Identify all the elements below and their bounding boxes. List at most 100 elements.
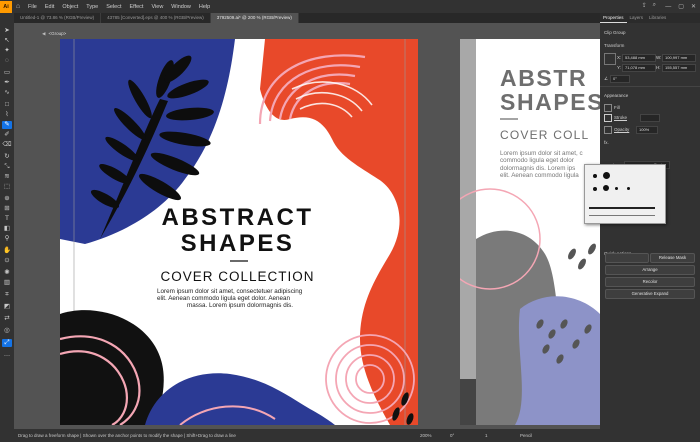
menu-effect[interactable]: Effect [126,4,148,10]
curvature-tool-icon[interactable]: ∿ [2,89,12,97]
warp-tool-icon[interactable]: ≋ [2,173,12,181]
release-mask-button[interactable]: Release Mask [650,253,695,263]
close-icon[interactable]: ✕ [691,3,696,10]
menu-edit[interactable]: Edit [41,4,58,10]
graph-tool-icon[interactable]: ▥ [2,279,12,287]
gradient-tool-icon[interactable]: ◧ [2,225,12,233]
paintbrush-tool-icon[interactable]: ⌇ [2,111,12,119]
rotation-angle[interactable]: 0° [450,433,454,438]
menu-help[interactable]: Help [195,4,214,10]
scale-tool-icon[interactable]: ⤡ [2,163,12,171]
app-logo: Ai [0,0,12,13]
magic-wand-tool-icon[interactable]: ✦ [2,47,12,55]
menu-view[interactable]: View [147,4,167,10]
zoom-level[interactable]: 200% [420,433,432,438]
tab-converted-eps[interactable]: 43785 [Converted].eps @ 400 % (RGB/Previ… [101,13,211,23]
selection-tool-icon[interactable]: ➤ [2,27,12,35]
opacity-field[interactable]: 100% [636,126,658,134]
rotate-tool-icon[interactable]: ↻ [2,153,12,161]
edit-toolbar-icon[interactable]: … [2,351,12,359]
home-icon[interactable]: ⌂ [12,3,24,10]
black-blob-bottom [60,310,164,425]
brush-swatch-5[interactable] [615,187,618,190]
angle-field[interactable]: 0° [610,75,630,83]
stroke-weight-field[interactable] [640,114,660,122]
body-line-1: Lorem ipsum dolor sit amet, consectetuer… [157,288,303,295]
menu-window[interactable]: Window [167,4,195,10]
arrange-button[interactable]: Arrange [605,265,695,275]
tab-libraries[interactable]: Libraries [646,13,669,23]
top-right-tools: ⇪ ⌕ [642,2,656,9]
tab-properties[interactable]: Properties [600,13,627,23]
brush-stroke-preview [589,215,655,216]
angle-icon: ∠ [604,76,609,81]
direct-selection-tool-icon[interactable]: ↖ [2,37,12,45]
right-title-line-1: ABSTR [500,65,588,91]
x-field[interactable]: 53,488 mm [622,54,656,62]
right-body-line-1: Lorem ipsum dolor sit amet, c [500,150,583,157]
brush-swatch-3[interactable] [593,187,597,191]
tab-active-document[interactable]: 3792509.ai* @ 200 % (RGB/Preview) [210,13,299,23]
type-tool-icon[interactable]: T [2,215,12,223]
maximize-icon[interactable]: ▢ [678,3,684,10]
symbol-sprayer-tool-icon[interactable]: ✺ [2,269,12,277]
isolation-breadcrumb[interactable]: ◀ <Group> [42,30,600,37]
slice-tool-icon[interactable]: ⌗ [2,291,12,299]
minimize-icon[interactable]: — [665,4,671,10]
w-field[interactable]: 100,997 mm [662,54,696,62]
right-subtitle: COVER COLL [500,128,590,142]
lasso-tool-icon[interactable]: ◌ [2,57,12,65]
brush-library-popup[interactable] [584,164,666,224]
recolor-button[interactable]: Recolor [605,277,695,287]
hand-tool-icon[interactable]: ✋ [2,247,12,255]
drawing-modes-icon[interactable]: ◎ [2,327,12,335]
brush-swatch-4[interactable] [603,185,609,191]
tab-untitled[interactable]: Untitled-1 @ 73.86 % (RGB/Preview) [14,13,102,23]
basic-brush-line[interactable] [589,207,655,209]
y-field[interactable]: 71,078 mm [622,64,656,72]
status-bar: Drag to draw a freeform shape | Shown ov… [0,429,700,442]
screen-mode-icon[interactable]: ⤢ [2,339,12,347]
artboard-left[interactable]: ABSTRACT SHAPES COVER COLLECTION Lorem i… [60,39,418,425]
brush-swatch-2[interactable] [603,172,610,179]
menu-type[interactable]: Type [82,4,102,10]
edit-contents-button[interactable] [605,253,649,263]
fill-label: Fill [614,105,620,110]
stroke-swatch[interactable] [604,114,612,122]
share-icon[interactable]: ⇪ [642,2,647,9]
brush-swatch-1[interactable] [593,174,597,178]
generative-expand-button[interactable]: Generative Expand [605,289,695,299]
h-field[interactable]: 155,557 mm [662,64,696,72]
pen-tool-icon[interactable]: ✒ [2,79,12,87]
perspective-grid-tool-icon[interactable]: ⊞ [2,205,12,213]
reference-point-icon[interactable] [604,53,616,65]
eraser-tool-icon[interactable]: ⌫ [2,141,12,149]
breadcrumb-label: <Group> [48,31,67,36]
search-icon[interactable]: ⌕ [653,2,656,9]
rectangle-tool-icon[interactable]: □ [2,101,12,109]
pencil-tool-icon[interactable]: ✎ [2,121,12,129]
brush-swatch-6[interactable] [627,187,630,190]
free-transform-tool-icon[interactable]: ⬚ [2,183,12,191]
menu-file[interactable]: File [24,4,41,10]
fill-stroke-swatch-icon[interactable]: ◩ [2,303,12,311]
right-body-line-2: commodo ligula eget dolor [500,157,574,165]
fx-button[interactable]: fx. [604,140,609,145]
stroke-label[interactable]: Stroke [614,115,627,120]
zoom-tool-icon[interactable]: ⊙ [2,257,12,265]
menu-object[interactable]: Object [58,4,82,10]
artboard-right[interactable]: ABSTR SHAPES COVER COLL Lorem ipsum dolo… [460,39,600,425]
tab-layers[interactable]: Layers [627,13,647,23]
artboard-number[interactable]: 1 [485,433,488,438]
shaper-tool-icon[interactable]: ✐ [2,131,12,139]
opacity-label[interactable]: Opacity [614,127,629,132]
opacity-icon [604,126,612,134]
back-arrow-icon[interactable]: ◀ [42,31,45,36]
eyedropper-tool-icon[interactable]: ⚲ [2,235,12,243]
appearance-label: Appearance [604,93,629,98]
artboard-tool-icon[interactable]: ▭ [2,69,12,77]
swap-colors-icon[interactable]: ⇄ [2,315,12,323]
shape-builder-tool-icon[interactable]: ⊕ [2,195,12,203]
fill-swatch[interactable] [604,104,612,112]
menu-select[interactable]: Select [102,4,125,10]
